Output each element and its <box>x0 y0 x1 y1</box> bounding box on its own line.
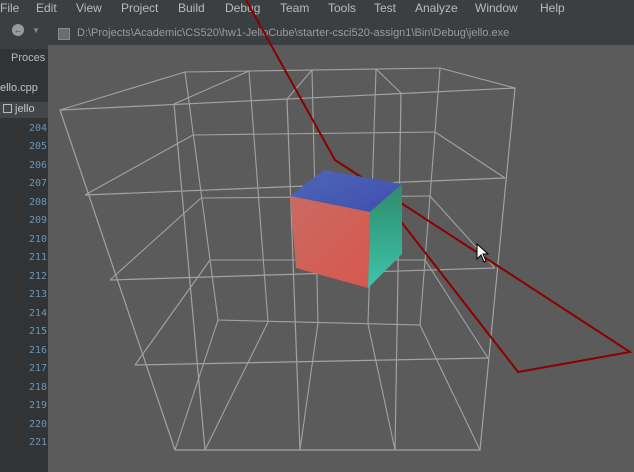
bounding-box-near-face <box>59 87 516 451</box>
jello-cube <box>290 170 402 288</box>
gl-scene[interactable] <box>0 0 634 472</box>
mouse-cursor-icon <box>476 243 490 263</box>
